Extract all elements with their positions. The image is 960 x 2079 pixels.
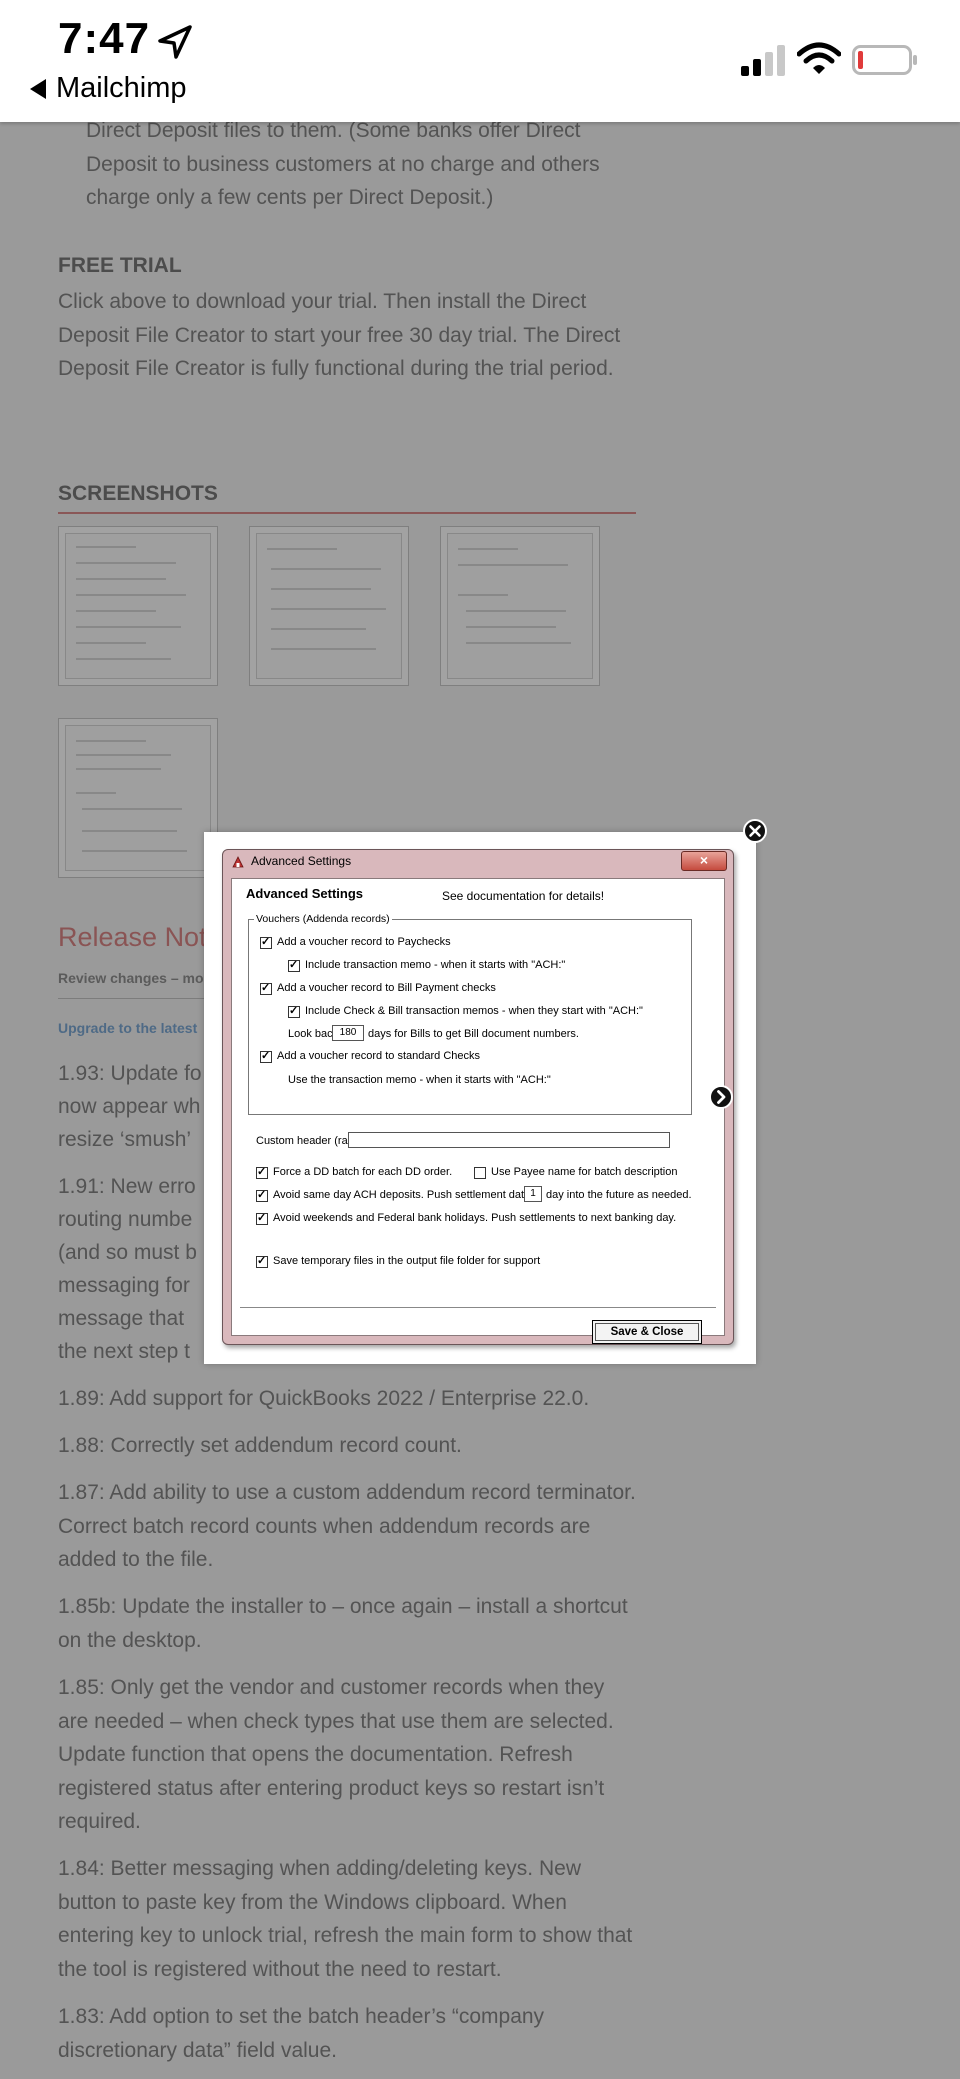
wifi-icon <box>797 42 841 74</box>
battery-low-icon <box>852 45 917 75</box>
avoid-weekends-checkbox[interactable] <box>256 1211 268 1225</box>
window-close-button[interactable]: × <box>681 851 727 871</box>
review-changes-text: Review changes – mo <box>58 970 204 986</box>
temp-files-label: Save temporary files in the output file … <box>273 1255 541 1267</box>
paychecks-checkbox[interactable] <box>260 935 272 949</box>
force-batch-checkbox[interactable] <box>256 1165 268 1179</box>
payee-name-label: Use Payee name for batch description <box>491 1166 678 1178</box>
back-to-app-link[interactable]: Mailchimp <box>30 72 187 105</box>
release-notes-heading: Release Note <box>58 922 222 952</box>
bill-payment-checkbox[interactable] <box>260 981 272 995</box>
advanced-settings-window: Advanced Settings × Advanced Settings Se… <box>222 849 734 1345</box>
release-note: 1.84: Better messaging when adding/delet… <box>58 1857 633 1981</box>
location-arrow-icon <box>158 25 192 59</box>
standard-memo-note: Use the transaction memo - when it start… <box>288 1074 551 1086</box>
dialog-heading: Advanced Settings <box>246 886 364 901</box>
force-batch-label: Force a DD batch for each DD order. <box>273 1166 453 1178</box>
avoid-sameday-label: Avoid same day ACH deposits. Push settle… <box>273 1189 536 1201</box>
temp-files-checkbox[interactable] <box>256 1254 268 1268</box>
window-titlebar: Advanced Settings × <box>223 850 733 874</box>
lookback-days-input[interactable]: 180 <box>332 1025 364 1041</box>
release-note: 1.85b: Update the installer to – once ag… <box>58 1595 628 1652</box>
paycheck-memo-checkbox[interactable] <box>288 958 300 972</box>
avoid-weekends-label: Avoid weekends and Federal bank holidays… <box>273 1212 677 1224</box>
vouchers-group-title: Vouchers (Addenda records) <box>254 912 392 926</box>
standard-checks-checkbox[interactable] <box>260 1049 272 1063</box>
intro-paragraph-tail: Direct Deposit files to them. (Some bank… <box>86 119 600 209</box>
ios-status-bar: 7:47 Mailchimp <box>0 0 960 122</box>
release-note: 1.89: Add support for QuickBooks 2022 / … <box>58 1387 590 1410</box>
payee-name-checkbox[interactable] <box>474 1167 486 1179</box>
screenshot-thumbnail-2[interactable] <box>249 526 409 686</box>
paychecks-label: Add a voucher record to Paychecks <box>277 936 451 948</box>
documentation-note: See documentation for details! <box>442 889 605 903</box>
dialog-separator <box>240 1307 716 1308</box>
release-note: 1.88: Correctly set addendum record coun… <box>58 1434 462 1457</box>
bill-memo-label: Include Check & Bill transaction memos -… <box>305 1005 643 1017</box>
release-note: 1.83: Add option to set the batch header… <box>58 2005 545 2062</box>
screenshots-heading: SCREENSHOTS <box>58 482 218 505</box>
release-note: 1.87: Add ability to use a custom addend… <box>58 1481 636 1571</box>
screenshot-thumbnail-3[interactable] <box>440 526 600 686</box>
free-trial-text: Click above to download your trial. Then… <box>58 290 621 380</box>
sameday-days-input[interactable]: 1 <box>524 1186 542 1202</box>
window-title: Advanced Settings <box>251 854 352 868</box>
custom-header-input[interactable] <box>348 1132 670 1148</box>
standard-checks-label: Add a voucher record to standard Checks <box>277 1050 481 1062</box>
save-close-button[interactable]: Save & Close <box>592 1320 702 1344</box>
back-app-label: Mailchimp <box>56 72 187 104</box>
sameday-suffix: day into the future as needed. <box>546 1189 692 1201</box>
avoid-sameday-checkbox[interactable] <box>256 1188 268 1202</box>
lightbox-close-icon[interactable] <box>742 818 768 844</box>
clock: 7:47 <box>58 14 151 63</box>
lookback-suffix: days for Bills to get Bill document numb… <box>368 1028 579 1040</box>
custom-header-label: Custom header (rare) <box>256 1135 362 1147</box>
screenshot-thumbnail-1[interactable] <box>58 526 218 686</box>
upgrade-link[interactable]: Upgrade to the latest <box>58 1020 197 1036</box>
lookback-label: Look back <box>288 1028 339 1040</box>
screenshots-underline <box>58 512 636 514</box>
free-trial-heading: FREE TRIAL <box>58 254 182 277</box>
bill-memo-checkbox[interactable] <box>288 1004 300 1018</box>
back-triangle-icon <box>30 78 46 99</box>
release-note: 1.85: Only get the vendor and customer r… <box>58 1676 614 1833</box>
bill-payment-label: Add a voucher record to Bill Payment che… <box>277 982 496 994</box>
cellular-signal-icon <box>741 45 785 76</box>
app-icon <box>232 856 244 868</box>
lightbox-next-icon[interactable] <box>708 1084 734 1110</box>
paycheck-memo-label: Include transaction memo - when it start… <box>305 959 566 971</box>
screenshot-thumbnail-4[interactable] <box>58 718 218 878</box>
dialog-client-area: Advanced Settings See documentation for … <box>231 878 725 1344</box>
